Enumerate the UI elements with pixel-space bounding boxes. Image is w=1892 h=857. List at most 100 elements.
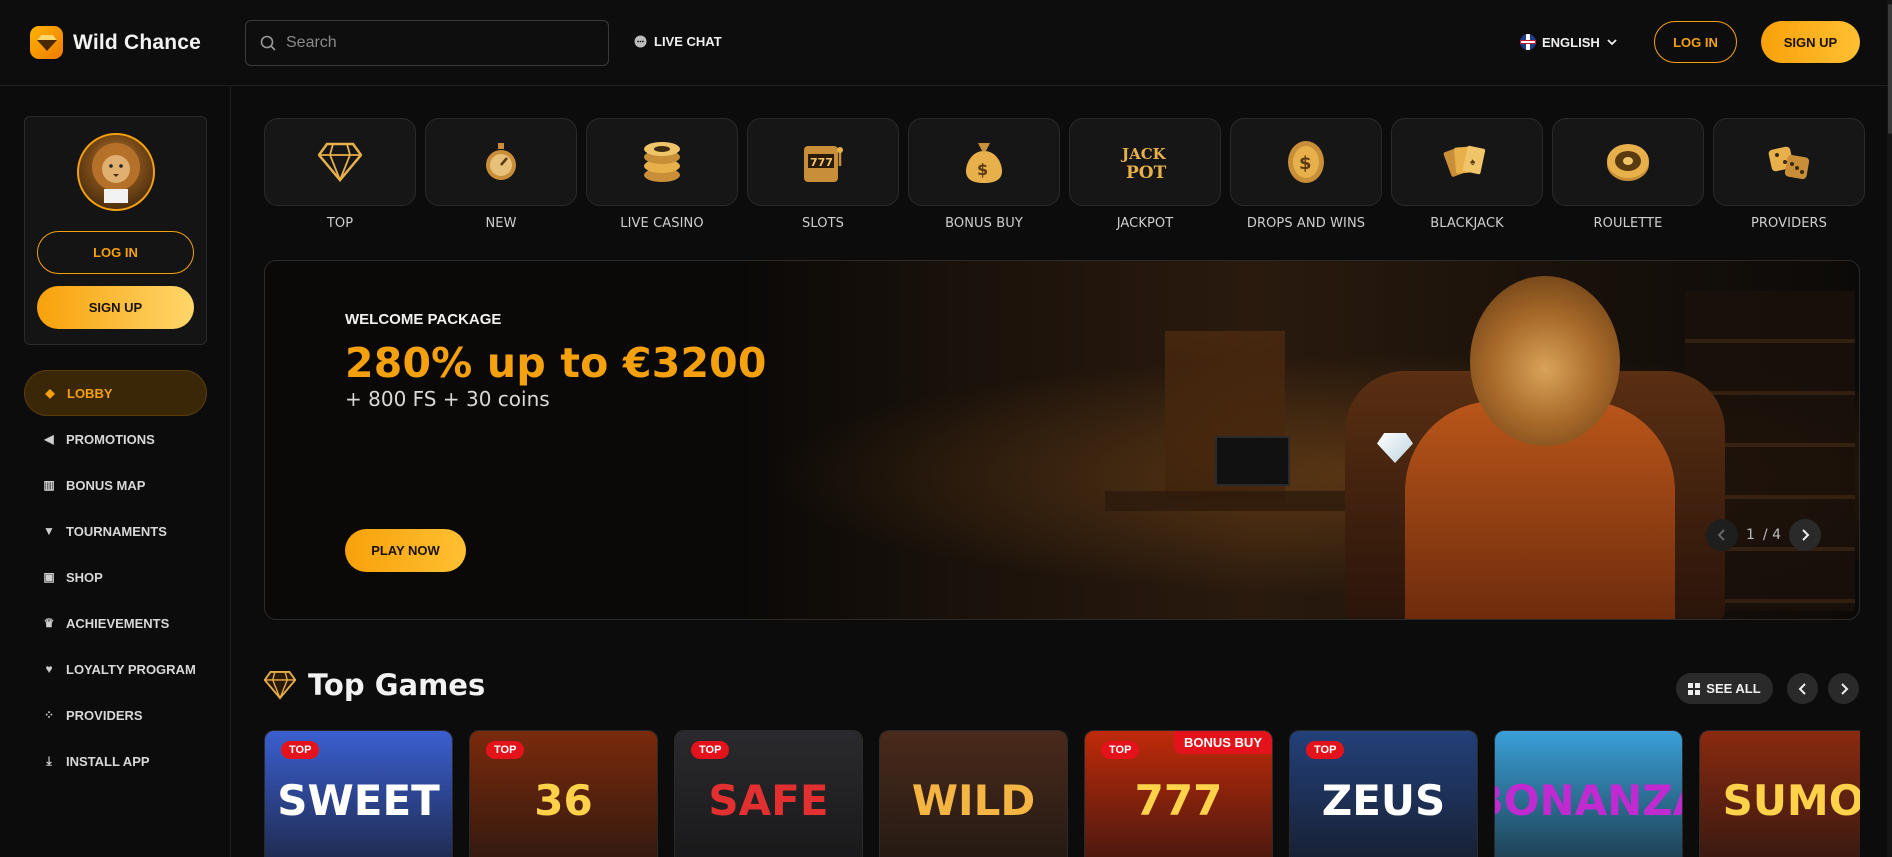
sidebar-item-label: INSTALL APP xyxy=(66,753,150,769)
top-badge: TOP xyxy=(1101,741,1140,759)
sidebar-login-button[interactable]: LOG IN xyxy=(37,231,194,274)
chevron-down-icon xyxy=(1607,39,1617,46)
game-card[interactable]: TOP SAFE xyxy=(674,730,863,857)
top-header: Wild Chance LIVE CHAT ENGLISH LOG IN SIG… xyxy=(0,0,1892,86)
sidebar-item-providers[interactable]: ⁘ PROVIDERS xyxy=(24,692,207,738)
game-card[interactable]: TOP 36 xyxy=(469,730,658,857)
map-icon: ▥ xyxy=(43,478,55,492)
category-label: ROULETTE xyxy=(1593,216,1663,231)
game-card[interactable]: SUMO xyxy=(1699,730,1860,857)
category-slots[interactable]: 777 SLOTS xyxy=(747,118,899,234)
lion-avatar xyxy=(77,133,155,211)
banner-next-button[interactable] xyxy=(1789,519,1821,551)
search-input[interactable] xyxy=(286,34,586,52)
game-card-title: BONANZA xyxy=(1495,776,1682,825)
grid-icon: ⁘ xyxy=(43,708,55,722)
category-drops-and-wins[interactable]: $ DROPS AND WINS xyxy=(1230,118,1382,234)
category-top[interactable]: TOP xyxy=(264,118,416,234)
sidebar-item-achievements[interactable]: ♛ ACHIEVEMENTS xyxy=(24,600,207,646)
game-card[interactable]: BONANZA xyxy=(1494,730,1683,857)
top-games-header: Top Games xyxy=(264,668,485,702)
jackpot-icon: JACK POT xyxy=(1069,118,1221,206)
cube-icon: ◆ xyxy=(45,386,55,400)
download-icon: ⤓ xyxy=(46,753,52,768)
live-chat-link[interactable]: LIVE CHAT xyxy=(634,34,722,49)
svg-text:♠: ♠ xyxy=(1470,157,1476,168)
game-card[interactable]: TOP BONUS BUY 777 xyxy=(1084,730,1273,857)
sidebar-item-tournaments[interactable]: ▼ TOURNAMENTS xyxy=(24,508,207,554)
diamond-logo-icon xyxy=(30,26,63,59)
category-label: DROPS AND WINS xyxy=(1246,216,1366,231)
game-card-title: SUMO xyxy=(1722,776,1860,825)
sidebar-nav: ◆ LOBBY ◀ PROMOTIONS ▥ BONUS MAP ▼ TOURN… xyxy=(24,370,207,784)
money-bag-icon: $ xyxy=(908,118,1060,206)
sidebar-item-label: BONUS MAP xyxy=(66,477,146,493)
chip-icon xyxy=(586,118,738,206)
sidebar-item-shop[interactable]: ▣ SHOP xyxy=(24,554,207,600)
grid-icon xyxy=(1688,682,1701,695)
category-label: SLOTS xyxy=(802,216,844,231)
search-box[interactable] xyxy=(245,20,609,66)
sidebar-item-promotions[interactable]: ◀ PROMOTIONS xyxy=(24,416,207,462)
banner-prev-button[interactable] xyxy=(1706,519,1738,551)
roulette-icon xyxy=(1552,118,1704,206)
banner-lion-head xyxy=(1470,276,1620,446)
category-roulette[interactable]: ROULETTE xyxy=(1552,118,1704,234)
scrollbar-thumb[interactable] xyxy=(1888,4,1892,134)
see-all-label: SEE ALL xyxy=(1706,681,1761,696)
sidebar-item-install-app[interactable]: ⤓ INSTALL APP xyxy=(24,738,207,784)
top-games-row: TOP SWEET TOP 36 TOP SAFE WILD TOP BONUS… xyxy=(264,730,1860,857)
banner-page-total: / 4 xyxy=(1762,527,1781,543)
heart-icon: ♥ xyxy=(45,662,53,676)
category-blackjack[interactable]: ♠ BLACKJACK xyxy=(1391,118,1543,234)
see-all-button[interactable]: SEE ALL xyxy=(1676,673,1773,704)
play-now-button[interactable]: PLAY NOW xyxy=(345,529,466,572)
sidebar-item-label: PROVIDERS xyxy=(66,707,143,723)
guest-card: LOG IN SIGN UP xyxy=(24,116,207,345)
category-label: NEW xyxy=(485,216,517,231)
svg-text:JACK: JACK xyxy=(1120,145,1167,163)
category-bonus-buy[interactable]: $ BONUS BUY xyxy=(908,118,1060,234)
chevron-right-icon xyxy=(1840,682,1848,695)
game-card[interactable]: WILD xyxy=(879,730,1068,857)
top-badge: TOP xyxy=(691,741,730,759)
game-card[interactable]: TOP SWEET xyxy=(264,730,453,857)
svg-text:$: $ xyxy=(1299,153,1312,174)
sidebar-item-label: ACHIEVEMENTS xyxy=(66,615,170,631)
sidebar-item-label: TOURNAMENTS xyxy=(66,523,167,539)
sidebar-signup-button[interactable]: SIGN UP xyxy=(37,286,194,329)
category-jackpot[interactable]: JACK POT JACKPOT xyxy=(1069,118,1221,234)
shop-icon: ▣ xyxy=(43,570,55,584)
game-card-title: WILD xyxy=(911,776,1036,825)
brand-logo[interactable]: Wild Chance xyxy=(30,26,201,59)
category-providers[interactable]: PROVIDERS xyxy=(1713,118,1865,234)
banner-background-monitor xyxy=(1215,436,1290,486)
language-label: ENGLISH xyxy=(1542,34,1600,50)
login-button[interactable]: LOG IN xyxy=(1654,21,1737,63)
game-card-title: 36 xyxy=(534,776,593,825)
top-games-next-button[interactable] xyxy=(1828,673,1859,704)
sidebar-item-loyalty-program[interactable]: ♥ LOYALTY PROGRAM xyxy=(24,646,207,692)
top-badge: TOP xyxy=(1306,741,1345,759)
category-label: LIVE CASINO xyxy=(620,216,704,231)
search-icon xyxy=(260,35,276,51)
language-selector[interactable]: ENGLISH xyxy=(1520,34,1618,50)
game-card[interactable]: TOP ZEUS xyxy=(1289,730,1478,857)
top-games-prev-button[interactable] xyxy=(1787,673,1818,704)
banner-page-current: 1 xyxy=(1746,527,1755,543)
svg-text:777: 777 xyxy=(810,156,833,169)
sidebar-item-bonus-map[interactable]: ▥ BONUS MAP xyxy=(24,462,207,508)
promo-banner[interactable]: WELCOME PACKAGE 280% up to €3200 + 800 F… xyxy=(264,260,1860,620)
top-badge: TOP xyxy=(486,741,525,759)
trophy-icon: ▼ xyxy=(43,524,55,538)
signup-button[interactable]: SIGN UP xyxy=(1761,21,1860,63)
chevron-left-icon xyxy=(1798,682,1806,695)
bonus-buy-badge: BONUS BUY xyxy=(1173,731,1272,754)
category-new[interactable]: NEW xyxy=(425,118,577,234)
sidebar-item-lobby[interactable]: ◆ LOBBY xyxy=(24,370,207,416)
category-live-casino[interactable]: LIVE CASINO xyxy=(586,118,738,234)
sidebar: LOG IN SIGN UP ◆ LOBBY ◀ PROMOTIONS ▥ BO… xyxy=(0,86,231,857)
category-label: TOP xyxy=(326,216,354,231)
game-card-title: SAFE xyxy=(708,776,829,825)
sidebar-item-label: LOYALTY PROGRAM xyxy=(66,661,196,677)
